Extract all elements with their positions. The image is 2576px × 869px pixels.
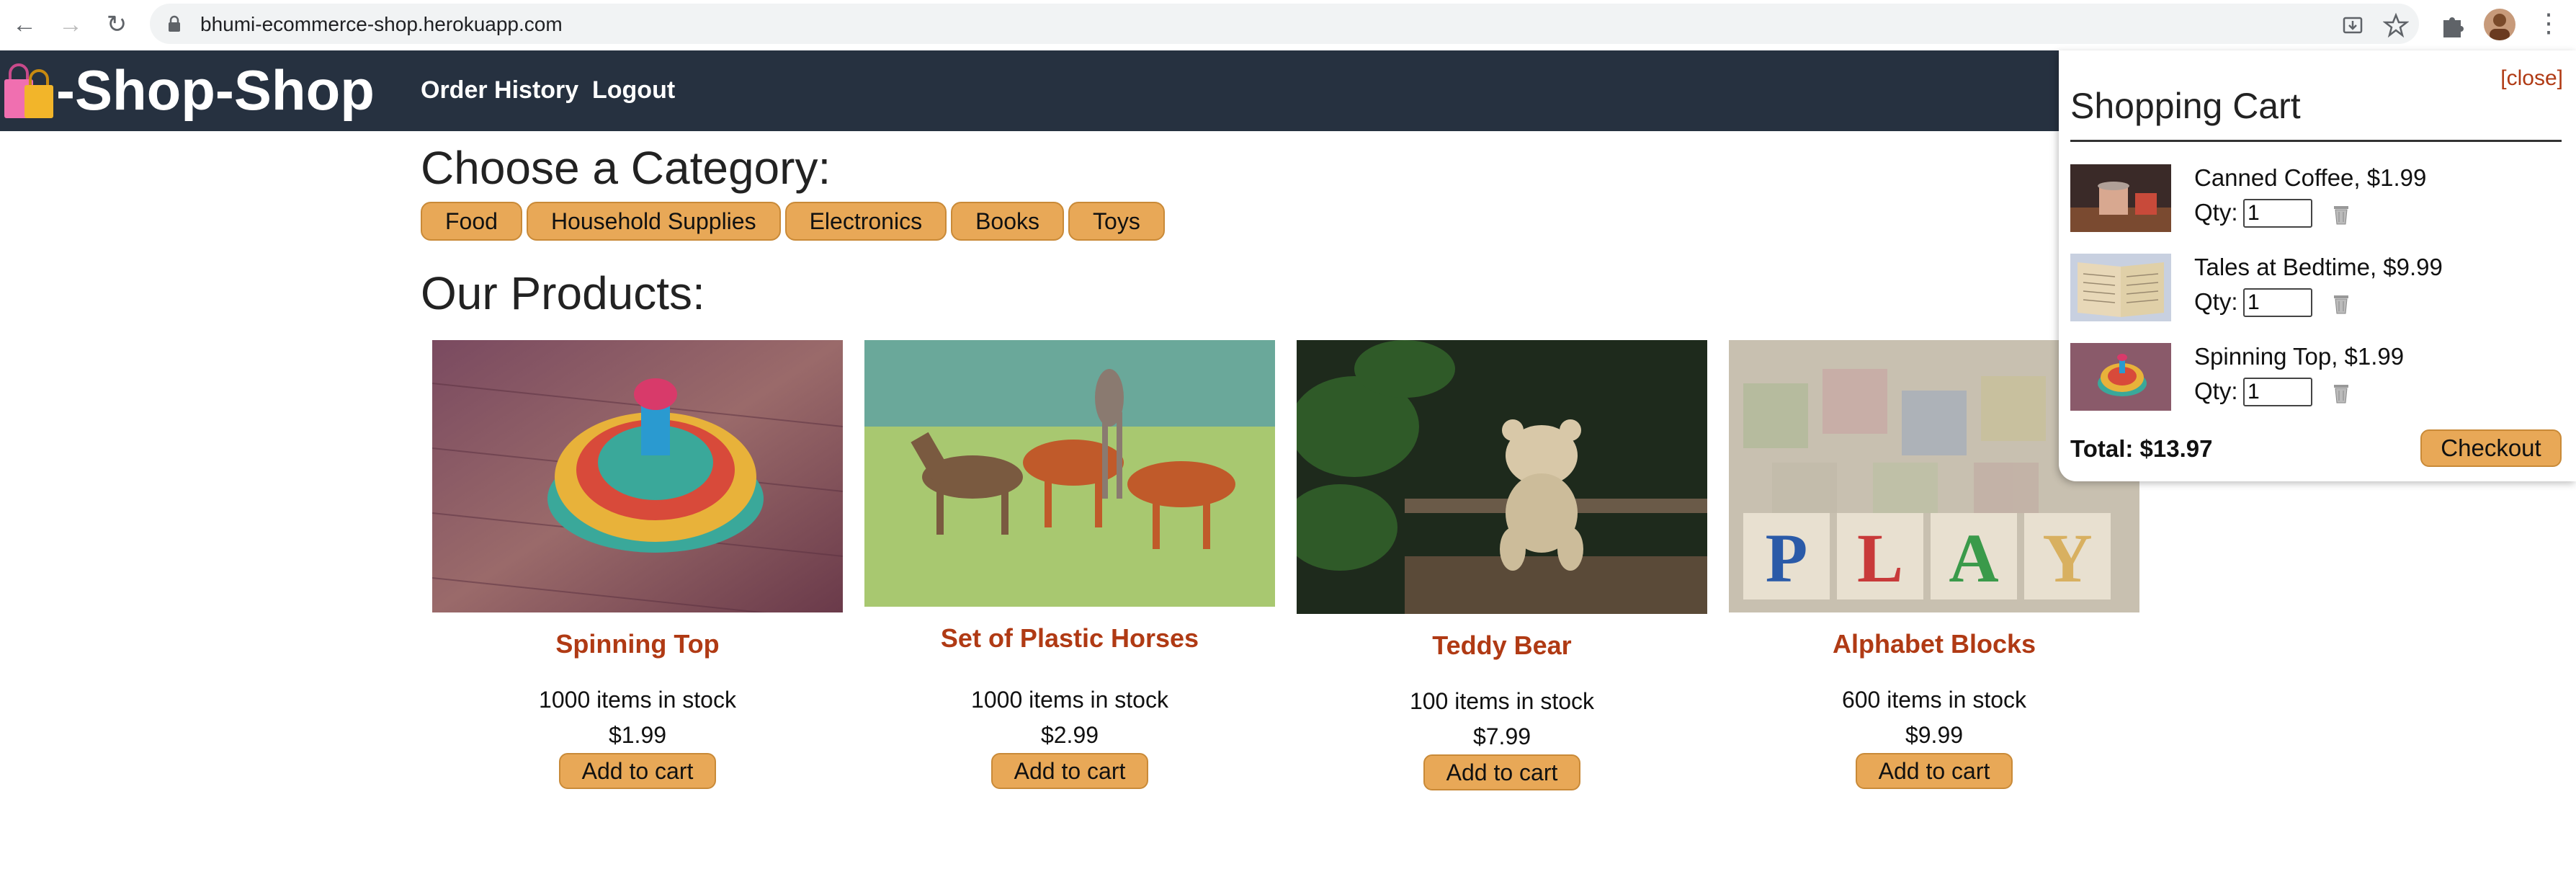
qty-label: Qty:	[2194, 199, 2238, 226]
plastic-horses-image[interactable]	[864, 340, 1275, 607]
quantity-input[interactable]	[2243, 378, 2312, 406]
cart-item: Canned Coffee, $1.99 Qty:	[2070, 164, 2560, 236]
cart-item-name: Canned Coffee, $1.99	[2194, 164, 2427, 191]
cart-close-button[interactable]: [close]	[2500, 66, 2563, 91]
cart-item-name: Tales at Bedtime, $9.99	[2194, 254, 2443, 280]
product-card: Teddy Bear 100 items in stock $7.99 Add …	[1282, 340, 1707, 790]
spinning-top-thumbnail	[2070, 343, 2171, 411]
cart-title: Shopping Cart	[2070, 86, 2301, 126]
logo-text: -Shop-Shop	[56, 58, 375, 122]
trash-icon[interactable]	[2328, 200, 2354, 226]
bookmark-star-icon[interactable]	[2383, 12, 2409, 38]
nav-order-history[interactable]: Order History	[421, 76, 578, 104]
add-to-cart-button[interactable]: Add to cart	[990, 753, 1149, 789]
product-stock: 1000 items in stock	[539, 687, 736, 713]
logo[interactable]: -Shop-Shop	[3, 61, 375, 120]
product-name[interactable]: Spinning Top	[432, 629, 843, 659]
extensions-icon[interactable]	[2438, 10, 2467, 39]
svg-text:P: P	[1766, 520, 1808, 597]
cart-divider	[2070, 140, 2562, 142]
category-list: Food Household Supplies Electronics Book…	[421, 202, 1165, 241]
shopping-bags-icon	[4, 63, 53, 118]
add-to-cart-button[interactable]: Add to cart	[1423, 754, 1581, 790]
reload-icon[interactable]: ↻	[101, 9, 133, 40]
profile-avatar[interactable]	[2484, 9, 2515, 40]
category-food-button[interactable]: Food	[421, 202, 522, 241]
forward-icon[interactable]: →	[55, 9, 86, 40]
product-name[interactable]: Set of Plastic Horses	[864, 623, 1275, 654]
cart-item-name: Spinning Top, $1.99	[2194, 343, 2405, 370]
svg-text:Y: Y	[2042, 520, 2092, 597]
product-card: Set of Plastic Horses 1000 items in stoc…	[864, 340, 1275, 789]
product-stock: 600 items in stock	[1841, 687, 2027, 713]
qty-label: Qty:	[2194, 288, 2238, 315]
trash-icon[interactable]	[2328, 379, 2354, 405]
add-to-cart-button[interactable]: Add to cart	[558, 753, 717, 789]
qty-label: Qty:	[2194, 378, 2238, 404]
teddy-bear-image[interactable]	[1282, 340, 1707, 614]
address-bar[interactable]: bhumi-ecommerce-shop.herokuapp.com	[150, 4, 2419, 44]
category-books-button[interactable]: Books	[951, 202, 1065, 241]
category-heading: Choose a Category:	[421, 142, 831, 194]
trash-icon[interactable]	[2328, 290, 2354, 316]
product-price: $2.99	[1040, 722, 1099, 748]
browser-menu-icon[interactable]: ⋮	[2536, 7, 2562, 39]
cart-total: Total: $13.97	[2070, 435, 2213, 462]
quantity-input[interactable]	[2243, 288, 2312, 317]
nav-logout[interactable]: Logout	[592, 76, 675, 104]
tales-at-bedtime-thumbnail	[2070, 254, 2171, 321]
spinning-top-image[interactable]	[431, 340, 844, 622]
product-name[interactable]: Alphabet Blocks	[1729, 629, 2139, 659]
category-toys-button[interactable]: Toys	[1068, 202, 1165, 241]
product-price: $1.99	[608, 722, 667, 748]
product-name[interactable]: Teddy Bear	[1297, 630, 1707, 661]
install-icon[interactable]	[2340, 12, 2366, 38]
lock-icon	[169, 15, 180, 32]
quantity-input[interactable]	[2243, 199, 2312, 228]
checkout-button[interactable]: Checkout	[2420, 429, 2562, 467]
product-stock: 100 items in stock	[1409, 688, 1595, 714]
category-electronics-button[interactable]: Electronics	[784, 202, 947, 241]
product-price: $7.99	[1472, 723, 1531, 749]
url-text: bhumi-ecommerce-shop.herokuapp.com	[200, 13, 563, 35]
cart-item: Tales at Bedtime, $9.99 Qty:	[2070, 254, 2560, 326]
svg-text:L: L	[1857, 520, 1903, 597]
svg-text:A: A	[1949, 520, 1998, 597]
canned-coffee-thumbnail	[2070, 164, 2171, 232]
add-to-cart-button[interactable]: Add to cart	[1855, 753, 2013, 789]
product-price: $9.99	[1905, 722, 1964, 748]
shopping-cart-panel: [close] Shopping Cart Canned Coffee, $1.…	[2059, 50, 2576, 481]
back-icon[interactable]: ←	[9, 9, 40, 40]
category-household-button[interactable]: Household Supplies	[526, 202, 781, 241]
product-stock: 1000 items in stock	[971, 687, 1168, 713]
products-heading: Our Products:	[421, 267, 705, 319]
browser-toolbar: ← → ↻ bhumi-ecommerce-shop.herokuapp.com…	[0, 0, 2576, 49]
product-card: Spinning Top 1000 items in stock $1.99 A…	[431, 340, 844, 789]
cart-item: Spinning Top, $1.99 Qty:	[2070, 343, 2560, 415]
